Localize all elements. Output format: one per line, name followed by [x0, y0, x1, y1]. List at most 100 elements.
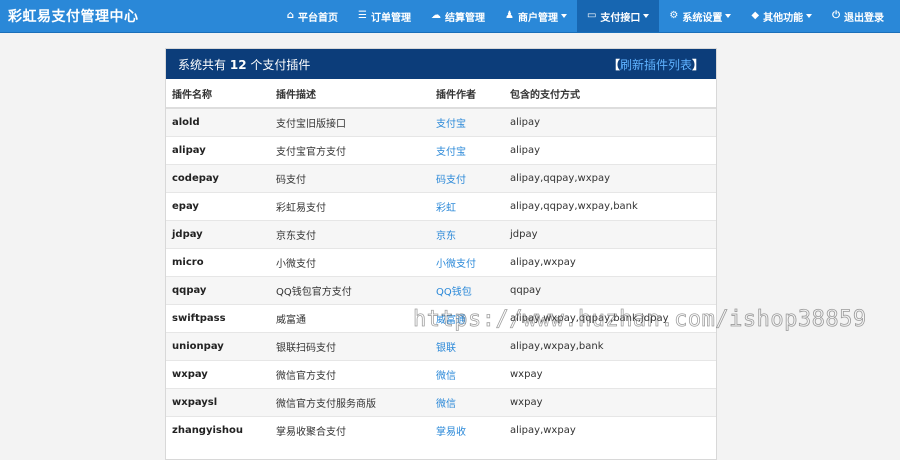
plugin-table: 插件名称 插件描述 插件作者 包含的支付方式 alold 支付宝旧版接口 支付宝 al…	[166, 79, 716, 444]
table-row: wxpay 微信官方支付 微信 wxpay	[166, 360, 716, 389]
nav-label: 平台首页	[298, 12, 339, 24]
top-navbar: 彩虹易支付管理中心 ⌂ 平台首页 ☰ 订单管理 ☁ 结算管理 ♟ 商户管理 ▭ 支付接口 ⚙ 系统设置…	[0, 0, 900, 33]
nav-icon: ▭	[586, 10, 597, 21]
plugin-name-cell: micro	[166, 248, 270, 277]
table-header-row: 插件名称 插件描述 插件作者 包含的支付方式	[166, 79, 716, 109]
plugin-name-cell: codepay	[166, 164, 270, 193]
nav-icon: ♟	[504, 10, 514, 21]
nav-icon: ⏻	[832, 10, 840, 21]
plugin-name-cell: wxpaysl	[166, 388, 270, 417]
col-plugin-desc: 插件描述	[270, 79, 430, 109]
table-row: swiftpass 威富通 威富通 alipay,wxpay,qqpay,bank,j…	[166, 304, 716, 333]
plugin-author-link[interactable]: 微信	[430, 388, 504, 417]
nav-icon: ⚙	[669, 10, 679, 21]
plugin-name-cell: qqpay	[166, 276, 270, 305]
plugin-desc-cell: 掌易收聚合支付	[270, 416, 430, 444]
pay-types-cell: alipay,wxpay,qqpay,bank,jdpay	[504, 304, 716, 333]
nav-icon: ◆	[751, 10, 760, 21]
pay-types-cell: alipay,wxpay,bank	[504, 332, 716, 361]
caret-down-icon	[806, 14, 813, 18]
plugin-author-link[interactable]: QQ钱包	[430, 276, 504, 305]
plugin-desc-cell: 威富通	[270, 304, 430, 333]
caret-down-icon	[643, 14, 650, 18]
plugin-author-link[interactable]: 小微支付	[430, 248, 504, 277]
table-row: zhangyishou 掌易收聚合支付 掌易收 alipay,wxpay	[166, 416, 716, 444]
nav-item-1[interactable]: ☰ 订单管理	[348, 0, 421, 32]
nav-item-6[interactable]: ◆ 其他功能	[741, 0, 822, 32]
plugin-author-link[interactable]: 掌易收	[430, 416, 504, 444]
plugin-name-cell: epay	[166, 192, 270, 221]
nav-item-5[interactable]: ⚙ 系统设置	[659, 0, 741, 32]
plugin-name-cell: swiftpass	[166, 304, 270, 333]
nav-label: 退出登录	[844, 12, 884, 24]
nav-label: 结算管理	[444, 12, 485, 24]
plugin-author-link[interactable]: 码支付	[430, 164, 504, 193]
plugin-desc-cell: 小微支付	[270, 248, 430, 277]
plugin-desc-cell: 京东支付	[270, 220, 430, 249]
pay-types-cell: wxpay	[504, 360, 716, 389]
plugin-author-link[interactable]: 支付宝	[430, 107, 504, 137]
nav-label: 其他功能	[763, 12, 804, 24]
refresh-plugins-button[interactable]: 【刷新插件列表】	[608, 56, 704, 73]
pay-types-cell: alipay,wxpay	[504, 248, 716, 277]
pay-types-cell: alipay,wxpay	[504, 416, 716, 444]
plugin-name-cell: unionpay	[166, 332, 270, 361]
plugin-desc-cell: 支付宝官方支付	[270, 136, 430, 165]
nav-icon: ☁	[430, 10, 441, 21]
nav-item-4[interactable]: ▭ 支付接口	[576, 0, 660, 32]
col-pay-types: 包含的支付方式	[504, 79, 716, 109]
caret-down-icon	[725, 14, 732, 18]
table-row: unionpay 银联扫码支付 银联 alipay,wxpay,bank	[166, 332, 716, 361]
plugin-author-link[interactable]: 京东	[430, 220, 504, 249]
plugin-author-link[interactable]: 微信	[430, 360, 504, 389]
nav-label: 支付接口	[600, 12, 641, 24]
nav-item-3[interactable]: ♟ 商户管理	[495, 0, 577, 32]
table-row: jdpay 京东支付 京东 jdpay	[166, 220, 716, 249]
pay-types-cell: alipay,qqpay,wxpay	[504, 164, 716, 193]
panel-heading: 系统共有 12 个支付插件 【刷新插件列表】	[166, 49, 716, 79]
main-nav: ⌂ 平台首页 ☰ 订单管理 ☁ 结算管理 ♟ 商户管理 ▭ 支付接口 ⚙ 系统设置 ◆ 其他功能 ⏻ 退出登录	[277, 0, 894, 32]
brand-title[interactable]: 彩虹易支付管理中心	[8, 6, 139, 26]
nav-item-2[interactable]: ☁ 结算管理	[421, 0, 495, 32]
table-row: micro 小微支付 小微支付 alipay,wxpay	[166, 248, 716, 277]
nav-item-0[interactable]: ⌂ 平台首页	[277, 0, 348, 32]
nav-label: 订单管理	[370, 12, 411, 24]
plugin-name-cell: zhangyishou	[166, 416, 270, 444]
nav-icon: ⌂	[286, 10, 295, 21]
pay-types-cell: qqpay	[504, 276, 716, 305]
panel-title: 系统共有 12 个支付插件	[178, 57, 311, 72]
nav-item-7[interactable]: ⏻ 退出登录	[822, 0, 894, 32]
pay-types-cell: jdpay	[504, 220, 716, 249]
plugin-author-link[interactable]: 威富通	[430, 304, 504, 333]
plugin-desc-cell: QQ钱包官方支付	[270, 276, 430, 305]
plugin-name-cell: wxpay	[166, 360, 270, 389]
pay-types-cell: alipay,qqpay,wxpay,bank	[504, 192, 716, 221]
nav-label: 商户管理	[517, 12, 558, 24]
plugin-desc-cell: 彩虹易支付	[270, 192, 430, 221]
plugin-name-cell: alipay	[166, 136, 270, 165]
table-row: epay 彩虹易支付 彩虹 alipay,qqpay,wxpay,bank	[166, 192, 716, 221]
plugin-name-cell: jdpay	[166, 220, 270, 249]
plugin-count: 12	[229, 57, 247, 72]
col-plugin-name: 插件名称	[166, 79, 270, 109]
plugin-panel: 系统共有 12 个支付插件 【刷新插件列表】 插件名称 插件描述 插件作者 包含…	[165, 48, 717, 460]
plugin-desc-cell: 支付宝旧版接口	[270, 107, 430, 137]
table-row: codepay 码支付 码支付 alipay,qqpay,wxpay	[166, 164, 716, 193]
table-row: alipay 支付宝官方支付 支付宝 alipay	[166, 136, 716, 165]
pay-types-cell: wxpay	[504, 388, 716, 417]
plugin-desc-cell: 微信官方支付服务商版	[270, 388, 430, 417]
plugin-name-cell: alold	[166, 107, 270, 137]
plugin-author-link[interactable]: 银联	[430, 332, 504, 361]
pay-types-cell: alipay	[504, 136, 716, 165]
plugin-author-link[interactable]: 彩虹	[430, 192, 504, 221]
plugin-desc-cell: 微信官方支付	[270, 360, 430, 389]
table-row: qqpay QQ钱包官方支付 QQ钱包 qqpay	[166, 276, 716, 305]
caret-down-icon	[560, 14, 567, 18]
plugin-desc-cell: 码支付	[270, 164, 430, 193]
pay-types-cell: alipay	[504, 107, 716, 137]
col-plugin-author: 插件作者	[430, 79, 504, 109]
table-row: alold 支付宝旧版接口 支付宝 alipay	[166, 107, 716, 137]
nav-icon: ☰	[358, 10, 367, 21]
plugin-author-link[interactable]: 支付宝	[430, 136, 504, 165]
table-row: wxpaysl 微信官方支付服务商版 微信 wxpay	[166, 388, 716, 417]
